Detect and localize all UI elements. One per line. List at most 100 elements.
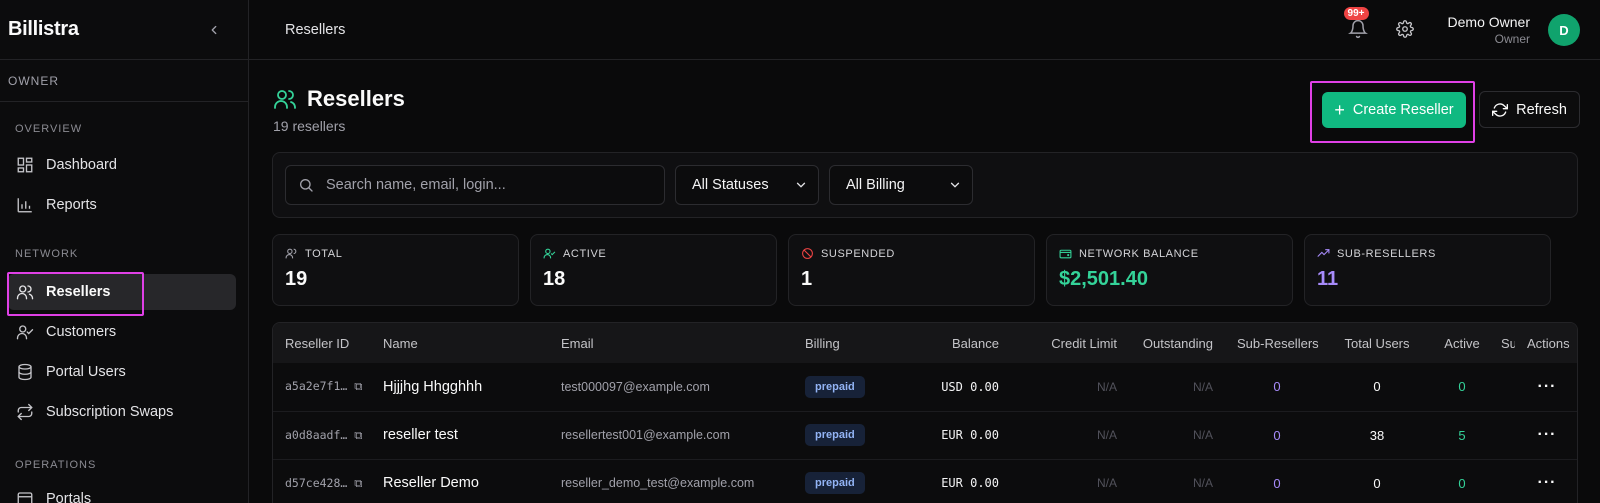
table-row[interactable]: d57ce428… ⧉ Reseller Demo reseller_demo_… xyxy=(273,459,1577,503)
billing-cell: prepaid xyxy=(793,363,901,411)
portal-icon xyxy=(17,492,33,503)
topbar: Resellers 99+ Demo Owner Owner D xyxy=(249,0,1600,60)
section-overview: OVERVIEW xyxy=(15,123,83,135)
column-header[interactable]: Outstanding xyxy=(1129,323,1225,363)
stat-label: TOTAL xyxy=(305,247,343,260)
more-horizontal-icon: ··· xyxy=(1537,426,1557,443)
sidebar-item-subscription-swaps[interactable]: Subscription Swaps xyxy=(8,394,236,430)
user-menu[interactable]: Demo Owner Owner xyxy=(1448,14,1530,46)
balance-cell: EUR 0.00 xyxy=(941,428,999,442)
sidebar-item-portals[interactable]: Portals xyxy=(8,481,236,503)
sidebar-item-customers[interactable]: Customers xyxy=(8,314,236,350)
outstanding-cell: N/A xyxy=(1192,428,1213,442)
balance-cell: EUR 0.00 xyxy=(941,476,999,490)
column-header[interactable]: Name xyxy=(371,323,549,363)
total-users-cell: 0 xyxy=(1373,475,1381,491)
column-header[interactable]: Active xyxy=(1425,323,1499,363)
row-actions-button[interactable]: ··· xyxy=(1515,363,1577,411)
column-header[interactable]: Balance xyxy=(901,323,1011,363)
sidebar-item-label: Portal Users xyxy=(46,364,126,380)
users-icon xyxy=(16,285,34,300)
stat-card-active: ACTIVE 18 xyxy=(530,234,777,306)
section-network: NETWORK xyxy=(15,248,79,260)
ban-icon xyxy=(802,248,813,259)
credit-limit-cell: N/A xyxy=(1096,379,1117,394)
sub-resellers-cell: 0 xyxy=(1273,475,1281,491)
reseller-email: test000097@example.com xyxy=(561,379,710,394)
overflow-cell xyxy=(1499,363,1515,411)
reseller-name[interactable]: reseller test xyxy=(371,411,549,459)
active-cell: 0 xyxy=(1458,475,1466,491)
billing-filter-value: All Billing xyxy=(846,177,905,193)
sidebar-item-label: Portals xyxy=(46,491,92,503)
refresh-label: Refresh xyxy=(1516,101,1567,118)
search-input[interactable] xyxy=(326,177,646,193)
column-header[interactable]: Reseller ID xyxy=(273,323,371,363)
user-check-icon xyxy=(16,325,34,340)
column-header[interactable]: Su xyxy=(1499,323,1515,363)
row-actions-button[interactable]: ··· xyxy=(1515,411,1577,459)
stat-value: 11 xyxy=(1317,268,1339,290)
sidebar-item-label: Customers xyxy=(46,324,117,340)
wallet-icon xyxy=(1059,249,1072,259)
trending-up-icon xyxy=(1317,249,1330,257)
dashboard-icon xyxy=(17,157,33,173)
stat-label: NETWORK BALANCE xyxy=(1079,247,1199,260)
refresh-icon xyxy=(1492,102,1509,117)
reseller-name[interactable]: Reseller Demo xyxy=(371,459,549,503)
database-icon xyxy=(18,363,32,381)
notifications-button[interactable]: 99+ xyxy=(1343,7,1370,41)
column-header[interactable]: Email xyxy=(549,323,793,363)
sidebar-item-label: Subscription Swaps xyxy=(46,404,174,420)
role-label: OWNER xyxy=(0,60,248,102)
table-row[interactable]: a5a2e7f1… ⧉ Hjjjhg Hhgghhh test000097@ex… xyxy=(273,363,1577,411)
outstanding-cell: N/A xyxy=(1192,476,1213,490)
copy-icon[interactable]: ⧉ xyxy=(354,476,362,490)
stat-value: 18 xyxy=(543,268,566,290)
refresh-button[interactable]: Refresh xyxy=(1479,91,1580,128)
table-row[interactable]: a0d8aadf… ⧉ reseller test resellertest00… xyxy=(273,411,1577,459)
gear-icon xyxy=(1395,20,1414,38)
more-horizontal-icon: ··· xyxy=(1537,377,1557,395)
billing-filter-select[interactable]: All Billing xyxy=(829,165,973,205)
stat-label: SUB-RESELLERS xyxy=(1337,247,1436,260)
sidebar-item-portal-users[interactable]: Portal Users xyxy=(8,354,236,390)
copy-icon[interactable]: ⧉ xyxy=(354,428,362,442)
stat-label: SUSPENDED xyxy=(821,247,895,260)
copy-icon[interactable]: ⧉ xyxy=(354,379,362,393)
reseller-email: resellertest001@example.com xyxy=(561,428,731,442)
column-header[interactable]: Credit Limit xyxy=(1011,323,1129,363)
create-reseller-button[interactable]: + Create Reseller xyxy=(1322,92,1466,128)
row-actions-button[interactable]: ··· xyxy=(1515,459,1577,503)
collapse-sidebar-button[interactable] xyxy=(204,20,224,40)
bar-chart-icon xyxy=(17,198,32,213)
search-box[interactable] xyxy=(285,165,665,205)
reseller-name[interactable]: Hjjjhg Hhgghhh xyxy=(371,363,549,411)
column-header: Actions xyxy=(1515,323,1577,363)
brand-bar: Billistra xyxy=(0,0,248,60)
users-icon xyxy=(285,248,297,259)
users-icon xyxy=(274,90,296,109)
sidebar: Billistra OWNER OVERVIEW Dashboard Repor… xyxy=(0,0,249,503)
resellers-table: Reseller ID Name Email Billing Balance C… xyxy=(272,322,1578,503)
more-horizontal-icon: ··· xyxy=(1537,474,1557,491)
stat-card-suspended: SUSPENDED 1 xyxy=(788,234,1035,306)
reseller-email: reseller_demo_test@example.com xyxy=(561,476,755,490)
overflow-cell xyxy=(1499,459,1515,503)
column-header[interactable]: Total Users xyxy=(1329,323,1425,363)
column-header[interactable]: Sub-Resellers xyxy=(1225,323,1329,363)
section-operations: OPERATIONS xyxy=(15,459,97,471)
stat-value: $2,501.40 xyxy=(1059,268,1148,290)
status-filter-select[interactable]: All Statuses xyxy=(675,165,819,205)
credit-limit-cell: N/A xyxy=(1096,476,1117,490)
chevron-down-icon xyxy=(796,182,806,188)
sidebar-item-resellers[interactable]: Resellers xyxy=(8,274,236,310)
reseller-id-cell: d57ce428… ⧉ xyxy=(285,475,363,490)
sidebar-item-reports[interactable]: Reports xyxy=(8,187,236,223)
avatar[interactable]: D xyxy=(1548,14,1580,46)
billing-badge: prepaid xyxy=(805,472,865,494)
overflow-cell xyxy=(1499,411,1515,459)
settings-button[interactable] xyxy=(1395,20,1416,40)
sidebar-item-dashboard[interactable]: Dashboard xyxy=(8,147,236,183)
column-header[interactable]: Billing xyxy=(793,323,901,363)
